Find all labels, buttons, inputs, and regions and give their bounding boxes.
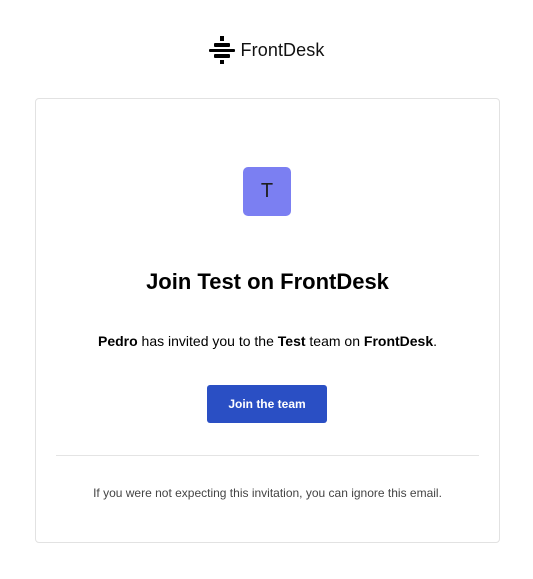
join-team-button[interactable]: Join the team [207,385,327,423]
message-product-name: FrontDesk [363,333,434,349]
invitation-card: T Join Test on FrontDesk Pedro has invit… [35,98,500,543]
ignore-notice: If you were not expecting this invitatio… [93,486,442,500]
divider [56,455,479,456]
brand-name: FrontDesk [240,39,325,60]
message-team-name: Test [277,333,306,349]
heading-product-name: FrontDesk [280,269,389,294]
inviter-name: Pedro [97,333,138,349]
frontdesk-logo-icon [208,36,235,64]
invitation-heading: Join Test on FrontDesk [36,267,499,297]
heading-prefix: Join [146,269,198,294]
brand-header: FrontDesk [0,36,533,64]
heading-team-name: Test [197,269,242,294]
heading-middle: on [241,269,281,294]
message-part-2: team on [305,333,364,349]
team-avatar: T [243,167,291,216]
message-part-1: has invited you to the [137,333,278,349]
email-page: FrontDesk T Join Test on FrontDesk Pedro… [0,0,533,579]
message-end: . [433,333,438,349]
invitation-message: Pedro has invited you to the Test team o… [36,331,499,351]
